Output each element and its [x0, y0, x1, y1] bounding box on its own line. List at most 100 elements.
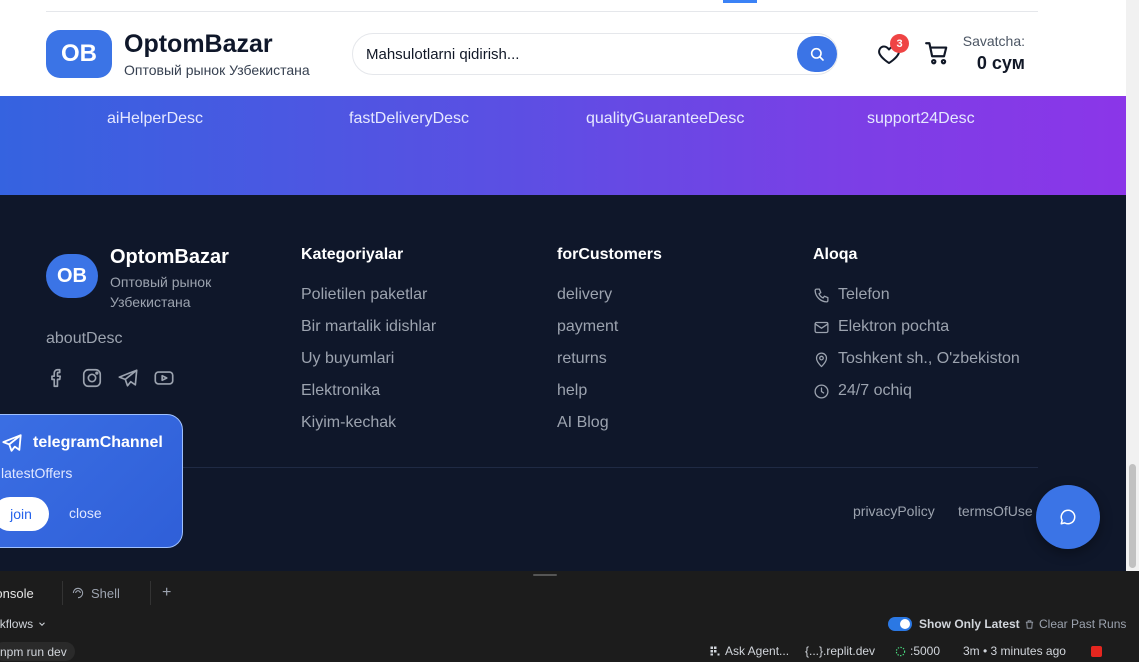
- page-root: OB OptomBazar Оптовый рынок Узбекистана …: [0, 0, 1139, 662]
- header-divider: [46, 11, 1038, 12]
- feature-quality-guarantee: qualityGuaranteeDesc: [586, 110, 745, 127]
- telegram-join-button[interactable]: join: [0, 497, 49, 531]
- contact-phone[interactable]: Telefon: [813, 286, 890, 304]
- contact-hours: 24/7 ochiq: [813, 382, 912, 400]
- run-command-pill[interactable]: npm run dev: [0, 642, 75, 661]
- location-icon: [815, 352, 828, 367]
- chevron-down-icon: [39, 622, 45, 626]
- category-link-polietilen[interactable]: Polietilen paketlar: [301, 286, 427, 304]
- spinner-icon: [895, 646, 906, 656]
- run-command-text: npm run dev: [0, 644, 67, 659]
- tab-shell[interactable]: Shell: [71, 579, 120, 607]
- terms-of-use-link[interactable]: termsOfUse: [958, 503, 1033, 519]
- port-text: :5000: [910, 644, 941, 658]
- mail-icon: [814, 321, 829, 333]
- ask-agent-button[interactable]: Ask Agent...: [709, 644, 789, 658]
- footer-divider: [46, 467, 1038, 468]
- tab-separator: [62, 581, 63, 605]
- clear-past-runs-button[interactable]: Clear Past Runs: [1024, 617, 1126, 631]
- port-indicator[interactable]: :5000: [895, 644, 940, 658]
- customer-link-payment[interactable]: payment: [557, 318, 618, 336]
- brand-name[interactable]: OptomBazar: [124, 30, 273, 59]
- footer-brand-subtitle: Оптовый рынок Узбекистана: [110, 274, 212, 310]
- feature-fast-delivery: fastDeliveryDesc: [349, 110, 470, 127]
- customers-heading: forCustomers: [557, 246, 662, 263]
- search-input[interactable]: [366, 34, 786, 74]
- search-icon: [810, 47, 824, 61]
- feature-support-24: support24Desc: [867, 110, 975, 127]
- privacy-policy-link[interactable]: privacyPolicy: [853, 503, 935, 519]
- customer-link-help[interactable]: help: [557, 382, 587, 400]
- instagram-icon[interactable]: [81, 367, 103, 389]
- trash-icon: [1025, 619, 1034, 629]
- customer-link-delivery[interactable]: delivery: [557, 286, 612, 304]
- footer-logo-badge[interactable]: OB: [46, 254, 98, 298]
- panel-resize-handle[interactable]: [533, 574, 557, 576]
- scrollbar-thumb[interactable]: [1129, 464, 1136, 568]
- features-band: aiHelperDesc fastDeliveryDesc qualityGua…: [0, 96, 1126, 195]
- contact-hours-text: 24/7 ochiq: [838, 382, 912, 399]
- chat-fab-button[interactable]: [1036, 485, 1100, 549]
- category-link-kiyim[interactable]: Kiyim-kechak: [301, 414, 396, 432]
- ask-agent-label: Ask Agent...: [725, 644, 790, 658]
- add-tab-button[interactable]: +: [162, 579, 171, 607]
- wishlist-count-badge: 3: [890, 34, 909, 53]
- workflows-dropdown[interactable]: Workflows: [0, 617, 47, 631]
- contact-heading: Aloqa: [813, 246, 858, 263]
- feature-ai-helper: aiHelperDesc: [107, 110, 204, 127]
- contact-location-text: Toshkent sh., O'zbekiston: [838, 350, 1020, 367]
- ide-status-bar: npm run dev Ask Agent... {...}.replit.de…: [0, 641, 1139, 662]
- ide-tab-bar: Console Shell +: [0, 579, 1139, 607]
- clear-past-runs-label: Clear Past Runs: [1039, 617, 1127, 631]
- youtube-icon[interactable]: [153, 367, 175, 389]
- ide-bottom-panel: Console Shell + Workflows Show Only Late…: [0, 571, 1139, 662]
- cart-total[interactable]: 0 сум: [977, 53, 1025, 74]
- facebook-icon[interactable]: [46, 367, 68, 389]
- chat-bubble-icon: [1060, 509, 1076, 525]
- search-button[interactable]: [797, 36, 837, 72]
- contact-location: Toshkent sh., O'zbekiston: [813, 350, 1020, 368]
- category-link-uy-buyumlari[interactable]: Uy buyumlari: [301, 350, 394, 368]
- customer-link-ai-blog[interactable]: AI Blog: [557, 414, 609, 432]
- page-scrollbar[interactable]: [1126, 0, 1139, 571]
- uptime-indicator: 3m • 3 minutes ago: [963, 644, 1066, 658]
- contact-phone-text: Telefon: [838, 286, 890, 303]
- contact-email-text: Elektron pochta: [838, 318, 950, 335]
- uptime-text: 3m • 3 minutes ago: [963, 644, 1066, 658]
- site-header: OB OptomBazar Оптовый рынок Узбекистана …: [0, 0, 1126, 96]
- tab-shell-label: Shell: [91, 585, 120, 601]
- telegram-icon[interactable]: [117, 367, 139, 389]
- footer-brand-name: OptomBazar: [110, 246, 229, 268]
- telegram-send-icon: [2, 434, 22, 452]
- nav-active-indicator: [723, 0, 757, 3]
- workflows-label: Workflows: [0, 617, 34, 631]
- cart-icon[interactable]: [924, 40, 950, 66]
- stop-button[interactable]: [1091, 646, 1102, 657]
- ide-toolbar: Workflows Show Only Latest Clear Past Ru…: [0, 615, 1139, 637]
- category-link-idishlar[interactable]: Bir martalik idishlar: [301, 318, 436, 336]
- telegram-popup-description: latestOffers: [1, 465, 73, 481]
- tab-console-label: Console: [0, 585, 34, 601]
- category-link-elektronika[interactable]: Elektronika: [301, 382, 380, 400]
- search-bar: [352, 33, 838, 75]
- tab-console[interactable]: Console: [0, 579, 34, 607]
- cart-label[interactable]: Savatcha:: [963, 33, 1025, 49]
- show-only-latest-label: Show Only Latest: [919, 617, 1020, 631]
- brand-subtitle: Оптовый рынок Узбекистана: [124, 62, 310, 78]
- contact-email[interactable]: Elektron pochta: [813, 318, 949, 336]
- customer-link-returns[interactable]: returns: [557, 350, 607, 368]
- phone-icon: [814, 287, 829, 303]
- domain-text: {...}.replit.dev: [805, 644, 876, 658]
- show-only-latest-toggle[interactable]: [888, 617, 912, 631]
- categories-heading: Kategoriyalar: [301, 246, 404, 263]
- clock-icon: [814, 383, 829, 399]
- domain-link[interactable]: {...}.replit.dev: [805, 644, 875, 658]
- shell-icon: [72, 587, 84, 599]
- telegram-popup-title: telegramChannel: [33, 434, 163, 451]
- logo-badge[interactable]: OB: [46, 30, 112, 78]
- footer-about-text: aboutDesc: [46, 330, 123, 347]
- telegram-channel-popup: telegramChannel latestOffers join close: [0, 414, 183, 548]
- tab-separator: [150, 581, 151, 605]
- agent-icon: [710, 646, 720, 656]
- telegram-close-button[interactable]: close: [69, 505, 102, 521]
